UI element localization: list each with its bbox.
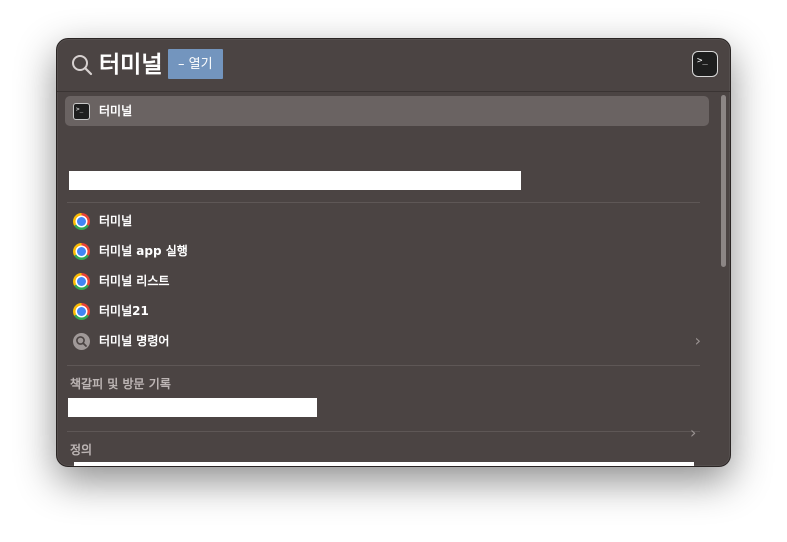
chrome-icon [73, 303, 90, 320]
divider [67, 431, 700, 432]
chrome-icon [73, 213, 90, 230]
redacted-block [68, 398, 317, 417]
bookmarks-section-header: 책갈피 및 방문 기록 [70, 377, 171, 391]
list-item[interactable]: 터미널 app 실행 [65, 236, 709, 266]
list-item[interactable]: 터미널 [65, 206, 709, 236]
chrome-icon [73, 243, 90, 260]
terminal-icon[interactable]: >_ [692, 51, 718, 77]
web-result-label: 터미널 app 실행 [99, 244, 188, 258]
top-hit-label: 터미널 [99, 104, 133, 118]
top-hit-row[interactable]: >_ 터미널 [65, 96, 709, 126]
web-result-label: 터미널 [99, 214, 133, 228]
web-result-label: 터미널 명령어 [99, 334, 170, 348]
redacted-block [74, 462, 694, 466]
web-result-label: 터미널21 [99, 304, 149, 318]
divider [67, 365, 700, 366]
terminal-icon: >_ [73, 103, 90, 120]
list-item[interactable]: 터미널21 [65, 296, 709, 326]
list-item[interactable]: 터미널 명령어 › [65, 326, 709, 356]
search-icon [72, 55, 93, 76]
redacted-block [69, 171, 521, 190]
web-result-label: 터미널 리스트 [99, 274, 170, 288]
chevron-right-icon[interactable]: › [695, 326, 701, 356]
search-icon [73, 333, 90, 350]
divider [67, 202, 700, 203]
search-bar[interactable]: 터미널 – 열기 >_ [57, 39, 730, 91]
scrollbar[interactable] [721, 95, 726, 267]
chrome-icon [73, 273, 90, 290]
spotlight-window: 터미널 – 열기 >_ >_ 터미널 터미널 터미널 app 실행 터미널 리스… [56, 38, 731, 467]
search-query[interactable]: 터미널 [99, 49, 162, 81]
definition-section-header: 정의 [70, 443, 93, 457]
chevron-right-icon[interactable]: › [690, 423, 696, 443]
results-list: >_ 터미널 터미널 터미널 app 실행 터미널 리스트 터미널21 터미널 … [57, 92, 730, 466]
list-item[interactable]: 터미널 리스트 [65, 266, 709, 296]
open-suggestion[interactable]: – 열기 [168, 49, 223, 79]
